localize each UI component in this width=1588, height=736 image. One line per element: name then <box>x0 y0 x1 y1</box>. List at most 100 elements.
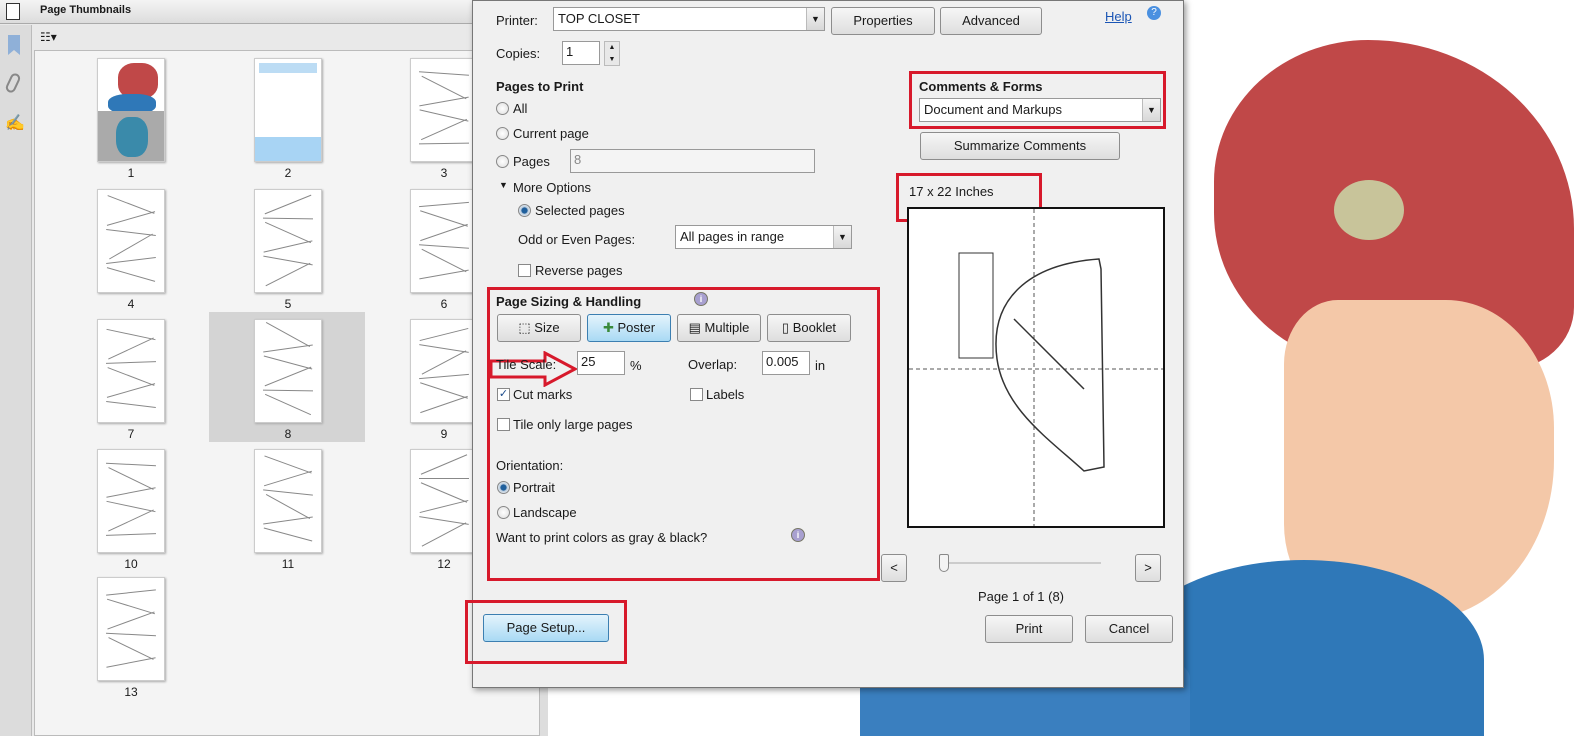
page-thumbnail[interactable] <box>254 449 322 553</box>
copies-stepper[interactable]: ▲ ▼ <box>604 41 620 66</box>
poster-label: Poster <box>617 320 656 335</box>
printer-select[interactable]: TOP CLOSET ▼ <box>553 7 825 31</box>
page-setup-button[interactable]: Page Setup... <box>483 614 609 642</box>
orientation-label: Orientation: <box>496 458 564 473</box>
overlap-unit: in <box>815 358 826 373</box>
help-icon[interactable]: ? <box>1147 6 1161 20</box>
print-button[interactable]: Print <box>985 615 1073 643</box>
comments-value: Document and Markups <box>924 102 1063 117</box>
current-page-label: Current page <box>513 126 589 141</box>
landscape-radio[interactable] <box>497 506 510 519</box>
cut-marks-label: Cut marks <box>513 387 573 402</box>
thumbnail-label: 8 <box>284 427 292 441</box>
thumbnail-label: 5 <box>284 297 292 311</box>
current-page-radio[interactable] <box>496 127 509 140</box>
labels-checkbox[interactable] <box>690 388 703 401</box>
percent-label: % <box>630 358 642 373</box>
thumbnail-label: 9 <box>440 427 448 441</box>
printer-label: Printer: <box>496 13 538 28</box>
page-thumbnail[interactable] <box>97 189 165 293</box>
page-thumbnail[interactable] <box>410 58 478 162</box>
gray-question: Want to print colors as gray & black? <box>496 530 708 545</box>
paper-size-label: 17 x 22 Inches <box>909 184 994 199</box>
copies-label: Copies: <box>496 46 541 61</box>
pages-input[interactable]: 8 <box>570 149 815 173</box>
thumbnail-label: 1 <box>127 166 135 180</box>
copies-input[interactable]: 1 <box>562 41 600 65</box>
info-icon[interactable]: i <box>694 292 708 306</box>
pages-to-print-heading: Pages to Print <box>496 79 584 94</box>
info-icon[interactable]: i <box>791 528 805 542</box>
paperclip-icon[interactable] <box>4 71 22 95</box>
comments-forms-heading: Comments & Forms <box>919 79 1043 94</box>
landscape-label: Landscape <box>513 505 577 520</box>
cut-marks-checkbox[interactable]: ✓ <box>497 388 510 401</box>
pages-radio[interactable] <box>496 155 509 168</box>
all-label: All <box>513 101 528 116</box>
tile-scale-input[interactable]: 25 <box>577 351 625 375</box>
page-thumbnail[interactable] <box>410 449 478 553</box>
thumbnail-options-icon[interactable]: ☷▾ <box>40 30 57 44</box>
page-thumbnail[interactable] <box>97 58 165 162</box>
odd-even-value: All pages in range <box>680 229 785 244</box>
next-page-button[interactable]: > <box>1135 554 1161 582</box>
thumbnail-label: 11 <box>281 557 295 571</box>
cancel-button[interactable]: Cancel <box>1085 615 1173 643</box>
chevron-down-icon: ▼ <box>833 226 851 248</box>
thumbnail-label: 12 <box>437 557 451 571</box>
summarize-comments-button[interactable]: Summarize Comments <box>920 132 1120 160</box>
tile-large-checkbox[interactable] <box>497 418 510 431</box>
labels-label: Labels <box>706 387 745 402</box>
advanced-button[interactable]: Advanced <box>940 7 1042 35</box>
side-rail: ✍ <box>0 25 32 736</box>
page-slider-track[interactable] <box>941 562 1101 564</box>
page-thumbnail[interactable] <box>254 58 322 162</box>
reverse-pages-label: Reverse pages <box>535 263 623 278</box>
bookmark-icon[interactable] <box>8 35 20 55</box>
all-radio[interactable] <box>496 102 509 115</box>
panel-header: Page Thumbnails <box>0 0 548 24</box>
size-button[interactable]: ⬚ Size <box>497 314 581 342</box>
portrait-radio[interactable] <box>497 481 510 494</box>
print-preview <box>907 207 1165 528</box>
page-thumbnail[interactable] <box>97 449 165 553</box>
comments-select[interactable]: Document and Markups ▼ <box>919 98 1161 122</box>
thumbnail-label: 2 <box>284 166 292 180</box>
more-options-toggle[interactable]: More Options <box>513 180 591 195</box>
page-status: Page 1 of 1 (8) <box>978 589 1064 604</box>
page-slider-thumb[interactable] <box>939 554 949 572</box>
booklet-button[interactable]: ▯ Booklet <box>767 314 851 342</box>
multiple-button[interactable]: ▤ Multiple <box>677 314 761 342</box>
page-thumbnail[interactable] <box>254 189 322 293</box>
page-thumbnail[interactable] <box>254 319 322 423</box>
page-thumbnail[interactable] <box>410 319 478 423</box>
page-thumbnail[interactable] <box>97 577 165 681</box>
selected-pages-radio[interactable] <box>518 204 531 217</box>
signature-icon[interactable]: ✍ <box>5 113 25 133</box>
printer-value: TOP CLOSET <box>558 11 640 26</box>
page-thumbnail[interactable] <box>97 319 165 423</box>
thumbnail-label: 7 <box>127 427 135 441</box>
tile-scale-label: Tile Scale: <box>496 357 557 372</box>
thumbnail-label: 13 <box>124 685 138 699</box>
panel-title: Page Thumbnails <box>40 4 132 16</box>
chevron-down-icon: ▼ <box>1142 99 1160 121</box>
triangle-down-icon[interactable]: ▼ <box>499 180 508 190</box>
thumbnail-label: 4 <box>127 297 135 311</box>
thumbnail-label: 10 <box>124 557 138 571</box>
tile-large-label: Tile only large pages <box>513 417 633 432</box>
selected-pages-label: Selected pages <box>535 203 625 218</box>
overlap-label: Overlap: <box>688 357 738 372</box>
sizing-heading: Page Sizing & Handling <box>496 294 642 309</box>
page-thumbnail[interactable] <box>410 189 478 293</box>
previous-page-button[interactable]: < <box>881 554 907 582</box>
reverse-pages-checkbox[interactable] <box>518 264 531 277</box>
pattern-preview <box>909 209 1163 526</box>
poster-button[interactable]: ✚ Poster <box>587 314 671 342</box>
booklet-label: Booklet <box>792 320 837 335</box>
overlap-input[interactable]: 0.005 <box>762 351 810 375</box>
odd-even-select[interactable]: All pages in range ▼ <box>675 225 852 249</box>
help-link[interactable]: Help <box>1105 9 1132 24</box>
portrait-label: Portrait <box>513 480 555 495</box>
properties-button[interactable]: Properties <box>831 7 935 35</box>
